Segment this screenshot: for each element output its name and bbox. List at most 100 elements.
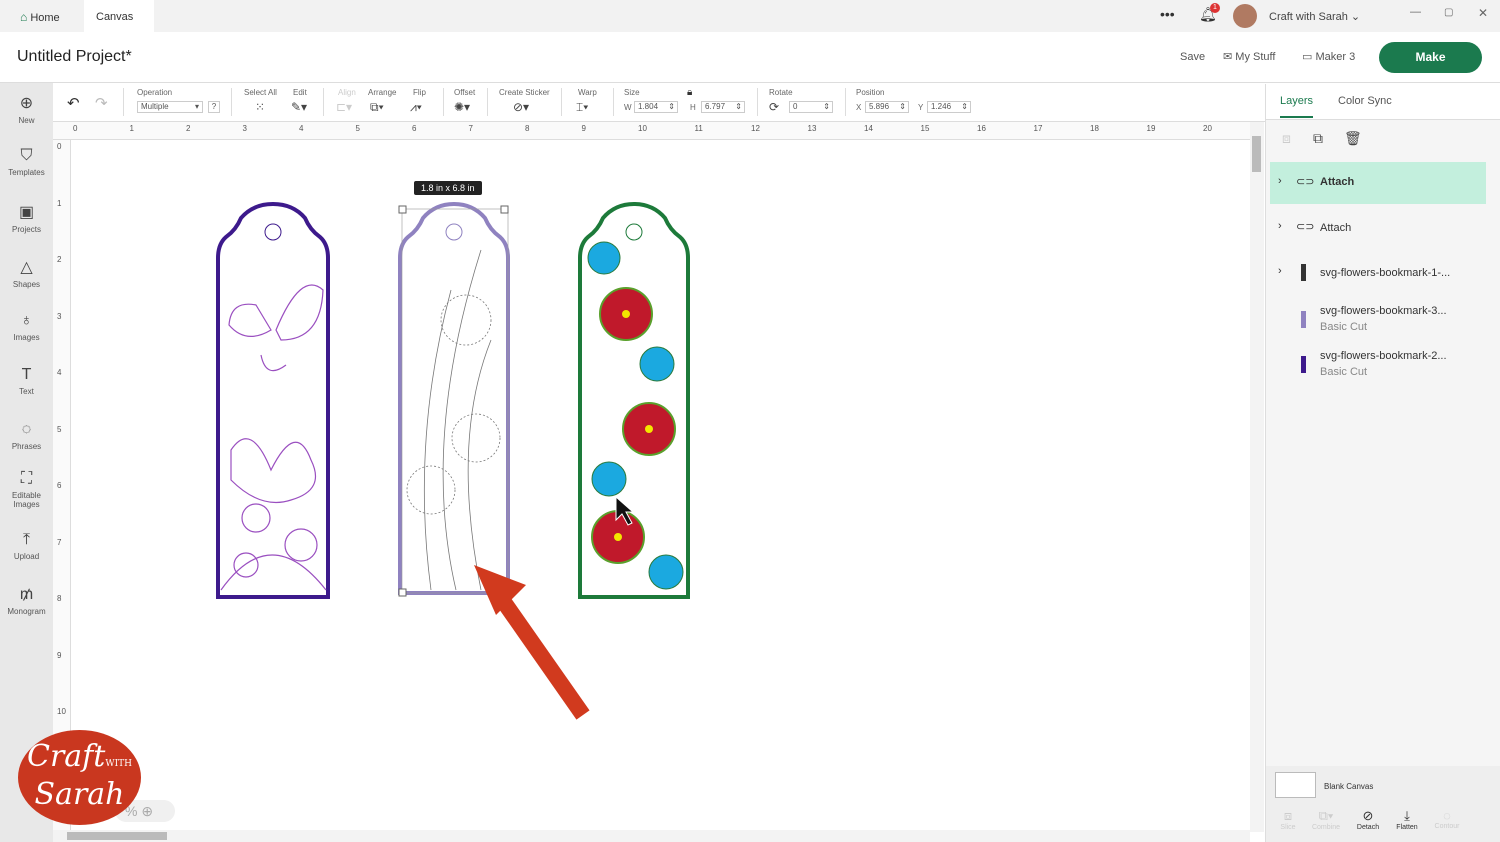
group-icon[interactable]: ⧈ (1282, 130, 1291, 147)
flip-icon[interactable]: ⩘▾ (410, 100, 422, 115)
ruler-tick-label: 1 (129, 124, 134, 133)
title-bar: ⌂ Home Canvas ••• 🔔︎ 1 Craft with Sarah … (0, 0, 1500, 32)
tab-layers[interactable]: Layers (1280, 95, 1314, 118)
duplicate-icon[interactable]: ⧉ (1313, 130, 1323, 147)
sticker-icon[interactable]: ⊘▾ (513, 100, 529, 114)
clipboard-icon: ▣ (18, 204, 35, 221)
edit-label: Edit (293, 88, 307, 97)
y-input[interactable]: 1.246 ⇕ (927, 101, 971, 113)
layer-attach[interactable]: › ⊂⊃ Attach (1270, 207, 1486, 249)
size-tooltip: 1.8 in x 6.8 in (414, 181, 482, 195)
user-menu[interactable]: Craft with Sarah ⌄ (1269, 10, 1360, 23)
tab-color-sync[interactable]: Color Sync (1338, 95, 1392, 107)
select-all-icon[interactable]: ⁙ (255, 100, 265, 114)
more-icon[interactable]: ••• (1160, 6, 1175, 22)
arrange-icon[interactable]: ⧉▾ (370, 100, 384, 115)
bookmark-green[interactable] (578, 201, 690, 599)
ruler-tick-label: 4 (57, 368, 62, 377)
redo-button[interactable]: ↷ (95, 94, 108, 112)
blank-canvas-swatch[interactable] (1275, 772, 1316, 798)
attach-icon: ⊂⊃ (1296, 221, 1315, 233)
layer-bookmark-1[interactable]: › svg-flowers-bookmark-1-... (1270, 252, 1486, 294)
create-sticker-label: Create Sticker (499, 88, 550, 97)
make-button[interactable]: Make (1379, 42, 1482, 73)
chevron-right-icon[interactable]: › (1278, 220, 1282, 232)
arrange-label: Arrange (368, 88, 397, 97)
layer-attach-selected[interactable]: › ⊂⊃ Attach (1270, 162, 1486, 204)
project-title[interactable]: Untitled Project* (17, 48, 132, 66)
notification-badge: 1 (1210, 3, 1220, 13)
minimize-button[interactable]: — (1410, 6, 1421, 18)
warp-icon[interactable]: ⌶▾ (576, 100, 588, 115)
maximize-button[interactable]: ▢ (1444, 7, 1453, 18)
horizontal-scrollbar[interactable] (53, 830, 1250, 842)
help-button[interactable]: ? (208, 101, 220, 113)
vertical-scrollbar[interactable] (1250, 122, 1264, 832)
bulb-icon: ♁ (20, 312, 33, 329)
ruler-tick-label: 14 (864, 124, 873, 133)
ruler-tick-label: 7 (468, 124, 473, 133)
layer-thumbnail (1301, 356, 1306, 373)
avatar[interactable] (1233, 4, 1257, 28)
layer-bookmark-3[interactable]: svg-flowers-bookmark-3... Basic Cut (1270, 297, 1486, 339)
zoom-in-icon[interactable]: ⊕ (141, 803, 153, 819)
operation-select[interactable]: Multiple ▾ (137, 101, 203, 113)
rotate-icon: ⟳ (769, 100, 780, 114)
save-button[interactable]: Save (1180, 51, 1205, 63)
tab-home[interactable]: ⌂ Home (8, 0, 72, 32)
ruler-tick-label: 13 (807, 124, 817, 133)
blank-canvas-label: Blank Canvas (1324, 782, 1374, 791)
chevron-right-icon[interactable]: › (1278, 175, 1282, 187)
canvas-area[interactable] (71, 140, 1251, 830)
offset-icon[interactable]: ✺▾ (454, 100, 470, 114)
sidebar-item-upload[interactable]: ⤒ Upload (0, 531, 53, 561)
size-label: Size (624, 88, 640, 97)
flatten-button[interactable]: ⤓ Flatten (1389, 808, 1425, 831)
lock-icon[interactable]: 🔒︎ (687, 87, 692, 98)
contour-icon: ◌ (1443, 808, 1451, 823)
detach-button[interactable]: ⊘ Detach (1350, 808, 1386, 831)
ruler-tick-label: 15 (920, 124, 930, 133)
ruler-tick-label: 8 (525, 124, 530, 133)
layers-panel: Layers Color Sync ⧈ ⧉ 🗑︎ › ⊂⊃ Attach › ⊂⊃ At… (1265, 84, 1500, 842)
ruler-tick-label: 12 (751, 124, 760, 133)
ruler-tick-label: 2 (186, 124, 191, 133)
slice-button[interactable]: ⧈ Slice (1270, 808, 1306, 831)
chevron-right-icon[interactable]: › (1278, 265, 1282, 277)
home-icon: ⌂ (20, 10, 28, 24)
sidebar-item-shapes[interactable]: △ Shapes (0, 257, 53, 289)
bookmark-lavender-selected[interactable] (398, 201, 510, 597)
combine-button[interactable]: ⧉▾ Combine (1308, 808, 1344, 831)
sidebar-item-phrases[interactable]: ◌ Phrases (0, 421, 53, 451)
sidebar-item-monogram[interactable]: ₥ Monogram (0, 586, 53, 616)
rotate-input[interactable]: 0 ⇕ (789, 101, 833, 113)
width-input[interactable]: 1.804 ⇕ (634, 101, 678, 113)
x-input[interactable]: 5.896 ⇕ (865, 101, 909, 113)
warp-label: Warp (578, 88, 597, 97)
sidebar-item-text[interactable]: T Text (0, 366, 53, 396)
trash-icon[interactable]: 🗑︎ (1344, 130, 1362, 147)
sidebar-item-images[interactable]: ♁ Images (0, 312, 53, 342)
bookmark-purple[interactable] (216, 201, 330, 599)
machine-icon: ▭ (1302, 51, 1313, 63)
sidebar-item-editable-images[interactable]: ⛶ Editable Images (0, 470, 53, 509)
height-input[interactable]: 6.797 ⇕ (701, 101, 745, 113)
pencil-icon[interactable]: ✎▾ (291, 100, 307, 114)
machine-button[interactable]: ▭ Maker 3 (1302, 50, 1355, 63)
close-button[interactable]: ✕ (1478, 6, 1488, 20)
my-stuff-button[interactable]: ✉ My Stuff (1223, 50, 1275, 63)
tab-canvas[interactable]: Canvas (84, 0, 154, 32)
align-icon[interactable]: ⊏▾ (336, 100, 352, 114)
ruler-tick-label: 1 (57, 198, 62, 208)
contour-button[interactable]: ◌ Contour (1429, 808, 1465, 830)
sidebar-item-templates[interactable]: ⛉ Templates (0, 147, 53, 177)
sidebar-item-projects[interactable]: ▣ Projects (0, 202, 53, 234)
sidebar-item-new[interactable]: ⊕ New (0, 93, 53, 125)
ruler-tick-label: 6 (57, 481, 62, 490)
ruler-tick-label: 16 (977, 124, 986, 133)
annotation-arrow (492, 590, 590, 720)
text-icon: T (21, 366, 32, 383)
undo-button[interactable]: ↶ (67, 94, 80, 112)
layer-bookmark-2[interactable]: svg-flowers-bookmark-2... Basic Cut (1270, 342, 1486, 384)
offset-label: Offset (454, 88, 476, 97)
